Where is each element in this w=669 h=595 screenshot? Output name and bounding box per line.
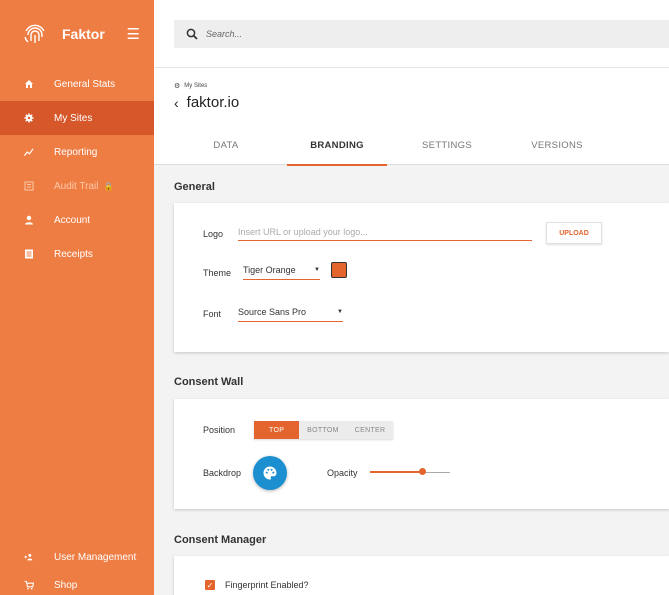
position-toggle: TOP BOTTOM CENTER <box>254 421 394 439</box>
site-header: ⚙ My Sites ‹ faktor.io DATA BRANDING SET… <box>154 67 669 166</box>
brand-name: Faktor <box>62 25 105 42</box>
sidebar-item-label: General Stats <box>54 78 116 90</box>
backdrop-label: Backdrop <box>203 468 242 478</box>
theme-select-value: Tiger Orange <box>243 265 296 275</box>
opacity-slider-handle[interactable] <box>418 468 426 475</box>
section-title-consent-wall: Consent Wall <box>174 376 244 388</box>
consent-wall-card: Position TOP BOTTOM CENTER Backdrop Opac… <box>174 399 669 509</box>
sidebar-item-shop[interactable]: Shop <box>0 568 154 595</box>
general-card: Logo Insert URL or upload your logo... U… <box>174 203 669 352</box>
search-icon <box>186 28 198 40</box>
sidebar-item-label: My Sites <box>54 112 93 124</box>
sidebar-item-reporting[interactable]: Reporting <box>0 135 154 169</box>
sidebar-item-my-sites[interactable]: My Sites <box>0 101 154 135</box>
fingerprint-logo-icon <box>24 24 45 43</box>
sidebar: Faktor ☰ General Stats My Sites Reportin… <box>0 0 154 595</box>
logo-url-input[interactable]: Insert URL or upload your logo... <box>238 227 532 241</box>
position-center-button[interactable]: CENTER <box>347 421 394 439</box>
theme-label: Theme <box>203 268 232 278</box>
tab-versions[interactable]: VERSIONS <box>507 132 607 166</box>
chevron-left-icon[interactable]: ‹ <box>174 95 179 111</box>
receipt-icon <box>24 249 34 259</box>
tab-data[interactable]: DATA <box>176 132 276 166</box>
font-label: Font <box>203 309 222 319</box>
fingerprint-checkbox[interactable]: ✓ <box>205 580 215 590</box>
chart-line-icon <box>24 147 34 157</box>
theme-color-swatch[interactable] <box>331 262 347 278</box>
breadcrumb[interactable]: ⚙ My Sites <box>174 82 207 90</box>
consent-manager-card: ✓ Fingerprint Enabled? <box>174 556 669 595</box>
theme-select[interactable]: Tiger Orange ▼ <box>243 265 320 280</box>
sidebar-item-label: Shop <box>54 579 78 591</box>
fingerprint-label: Fingerprint Enabled? <box>225 580 309 590</box>
position-top-button[interactable]: TOP <box>254 421 300 439</box>
opacity-slider-fill <box>370 471 422 473</box>
gear-icon: ⚙ <box>174 83 181 90</box>
tab-settings[interactable]: SETTINGS <box>397 132 497 166</box>
sidebar-item-account[interactable]: Account <box>0 203 154 237</box>
position-bottom-button[interactable]: BOTTOM <box>299 421 347 439</box>
home-icon <box>24 79 34 89</box>
font-select[interactable]: Source Sans Pro ▼ <box>238 307 343 322</box>
sidebar-item-label: User Management <box>54 551 137 563</box>
page-title: ‹ faktor.io <box>174 94 239 111</box>
caret-down-icon: ▼ <box>337 309 343 315</box>
site-title-text: faktor.io <box>186 94 240 111</box>
sidebar-item-receipts[interactable]: Receipts <box>0 237 154 271</box>
add-users-icon <box>24 552 34 562</box>
section-title-general: General <box>174 181 215 193</box>
lock-icon: 🔒 <box>103 181 114 191</box>
position-label: Position <box>203 425 236 435</box>
section-title-consent-manager: Consent Manager <box>174 534 267 546</box>
sidebar-item-label: Audit Trail <box>54 180 99 192</box>
palette-icon <box>263 466 277 480</box>
sidebar-item-general-stats[interactable]: General Stats <box>0 67 154 101</box>
caret-down-icon: ▼ <box>314 267 320 273</box>
search-input[interactable]: Search... <box>206 29 242 39</box>
opacity-label: Opacity <box>327 468 358 478</box>
sidebar-item-audit-trail[interactable]: Audit Trail 🔒 <box>0 169 154 203</box>
breadcrumb-label: My Sites <box>184 83 208 89</box>
user-icon <box>24 215 34 225</box>
gear-icon <box>24 113 34 123</box>
sidebar-item-label: Reporting <box>54 146 98 158</box>
cart-icon <box>24 580 34 590</box>
tab-branding[interactable]: BRANDING <box>287 132 387 166</box>
list-icon <box>24 181 34 191</box>
upload-button[interactable]: UPLOAD <box>546 222 602 244</box>
topbar: Search... <box>154 0 669 67</box>
brand: Faktor ☰ <box>0 0 154 67</box>
logo-label: Logo <box>203 229 224 239</box>
sidebar-item-label: Receipts <box>54 248 93 260</box>
palette-button[interactable] <box>253 456 287 490</box>
font-select-value: Source Sans Pro <box>238 307 307 317</box>
sidebar-item-label: Account <box>54 214 91 226</box>
search-bar[interactable]: Search... <box>174 20 669 48</box>
hamburger-icon[interactable]: ☰ <box>127 25 140 43</box>
